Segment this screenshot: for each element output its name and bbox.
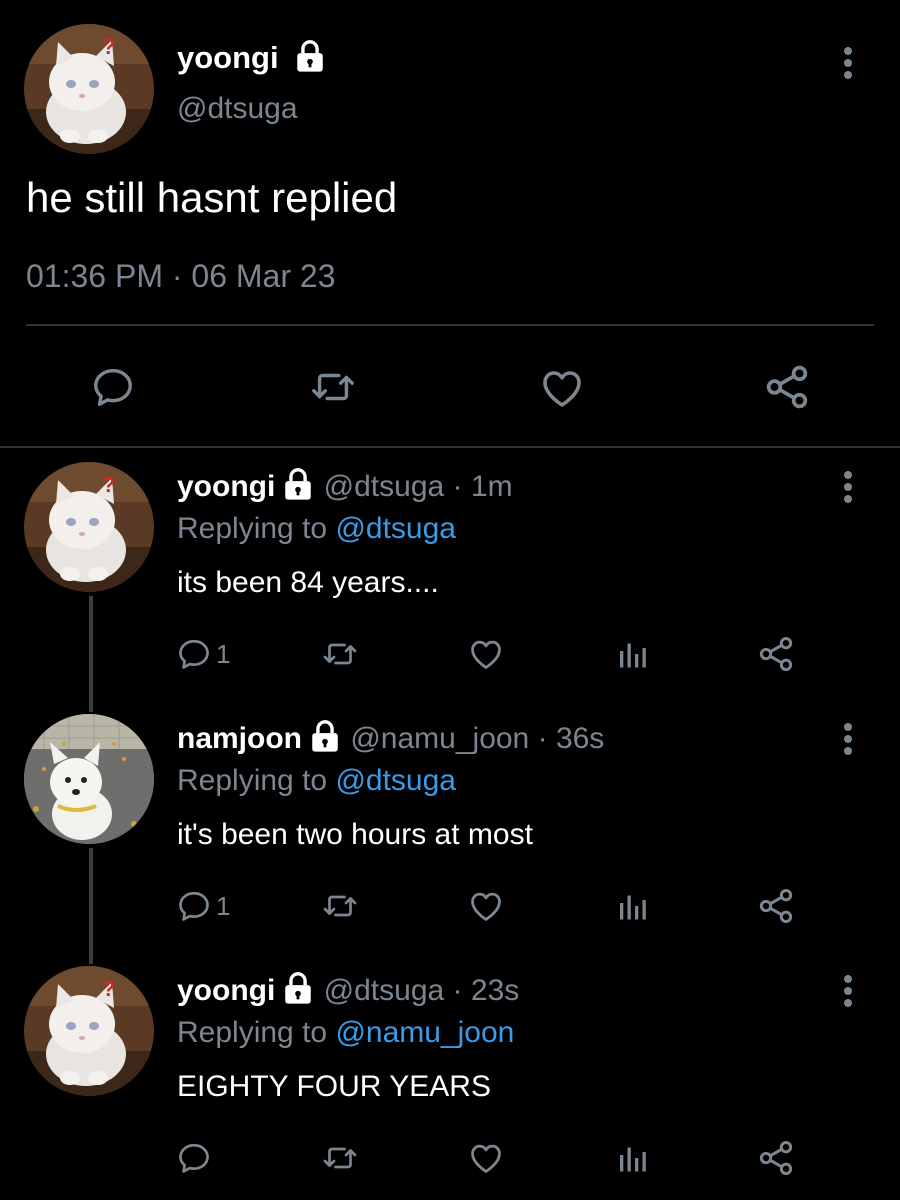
stats-icon — [614, 1140, 650, 1176]
retweet-icon — [320, 636, 360, 672]
share-icon — [756, 886, 796, 926]
author-name[interactable]: yoongi — [177, 470, 275, 503]
avatar[interactable] — [24, 714, 154, 844]
reply-count: 1 — [216, 890, 231, 921]
replying-to: Replying to @dtsuga — [177, 764, 456, 798]
author-name-text: yoongi — [177, 40, 279, 75]
reply-icon — [176, 1140, 212, 1176]
reply-time[interactable]: 23s — [471, 974, 519, 1007]
share-icon — [756, 1138, 796, 1178]
stats-button[interactable] — [614, 1140, 650, 1176]
replying-to: Replying to @namu_joon — [177, 1016, 514, 1050]
separator: · — [537, 722, 548, 755]
replying-to-label: Replying to — [177, 764, 328, 797]
reply-time[interactable]: 1m — [471, 470, 513, 503]
replying-to-link[interactable]: @namu_joon — [335, 1016, 514, 1049]
stats-icon — [614, 636, 650, 672]
retweet-button[interactable] — [320, 888, 360, 924]
author-name[interactable]: yoongi — [177, 40, 327, 77]
more-icon[interactable] — [838, 720, 858, 760]
avatar[interactable] — [24, 966, 154, 1096]
author-name[interactable]: yoongi — [177, 974, 275, 1007]
lock-icon — [308, 719, 342, 753]
like-icon — [466, 887, 506, 925]
share-button[interactable] — [756, 886, 796, 926]
like-button[interactable] — [466, 887, 506, 925]
avatar[interactable] — [24, 24, 154, 154]
separator: · — [452, 470, 463, 503]
like-icon — [466, 635, 506, 673]
like-icon — [537, 364, 587, 412]
retweet-icon — [320, 1140, 360, 1176]
retweet-button[interactable] — [320, 1140, 360, 1176]
retweet-icon — [308, 364, 358, 410]
lock-icon — [293, 39, 327, 73]
thread-line — [89, 596, 93, 712]
reply-icon — [176, 636, 212, 672]
share-button[interactable] — [756, 1138, 796, 1178]
replying-to-link[interactable]: @dtsuga — [335, 512, 456, 545]
thread-line — [89, 848, 93, 964]
like-button[interactable] — [466, 1139, 506, 1177]
more-icon[interactable] — [838, 468, 858, 508]
share-icon — [762, 362, 812, 412]
separator: · — [452, 974, 463, 1007]
stats-icon — [614, 888, 650, 924]
tweet-date: 06 Mar 23 — [191, 258, 336, 294]
author-handle[interactable]: @dtsuga — [324, 974, 445, 1007]
author-handle[interactable]: @namu_joon — [350, 722, 529, 755]
lock-icon — [281, 971, 315, 1005]
reply-time[interactable]: 36s — [556, 722, 604, 755]
reply-count: 1 — [216, 638, 231, 669]
replying-to-label: Replying to — [177, 1016, 328, 1049]
reply-text: its been 84 years.... — [177, 566, 439, 599]
reply-icon — [90, 364, 136, 410]
more-icon[interactable] — [838, 44, 858, 84]
retweet-icon — [320, 888, 360, 924]
stats-button[interactable] — [614, 888, 650, 924]
author-handle[interactable]: @dtsuga — [177, 92, 298, 126]
reply-text: EIGHTY FOUR YEARS — [177, 1070, 491, 1103]
reply-button[interactable] — [90, 364, 136, 410]
replying-to-label: Replying to — [177, 512, 328, 545]
replying-to: Replying to @dtsuga — [177, 512, 456, 546]
reply-icon — [176, 888, 212, 924]
separator: · — [171, 258, 183, 294]
like-button[interactable] — [537, 364, 587, 412]
reply-header: yoongi @dtsuga · 23s — [177, 974, 519, 1009]
tweet-text: he still hasnt replied — [26, 174, 398, 221]
share-button[interactable] — [762, 362, 812, 412]
divider — [0, 446, 900, 448]
avatar[interactable] — [24, 462, 154, 592]
stats-button[interactable] — [614, 636, 650, 672]
tweet-timestamp[interactable]: 01:36 PM · 06 Mar 23 — [26, 258, 335, 295]
lock-icon — [281, 467, 315, 501]
retweet-button[interactable] — [320, 636, 360, 672]
reply-button[interactable] — [176, 1140, 212, 1176]
more-icon[interactable] — [838, 972, 858, 1012]
like-icon — [466, 1139, 506, 1177]
divider — [26, 324, 874, 326]
reply-header: namjoon @namu_joon · 36s — [177, 722, 604, 757]
reply-button[interactable]: 1 — [176, 636, 230, 672]
tweet-time: 01:36 PM — [26, 258, 163, 294]
retweet-button[interactable] — [308, 364, 358, 410]
reply-header: yoongi @dtsuga · 1m — [177, 470, 513, 505]
author-name[interactable]: namjoon — [177, 722, 302, 755]
reply-text: it's been two hours at most — [177, 818, 533, 851]
replying-to-link[interactable]: @dtsuga — [335, 764, 456, 797]
reply-button[interactable]: 1 — [176, 888, 230, 924]
like-button[interactable] — [466, 635, 506, 673]
share-button[interactable] — [756, 634, 796, 674]
author-handle[interactable]: @dtsuga — [324, 470, 445, 503]
share-icon — [756, 634, 796, 674]
